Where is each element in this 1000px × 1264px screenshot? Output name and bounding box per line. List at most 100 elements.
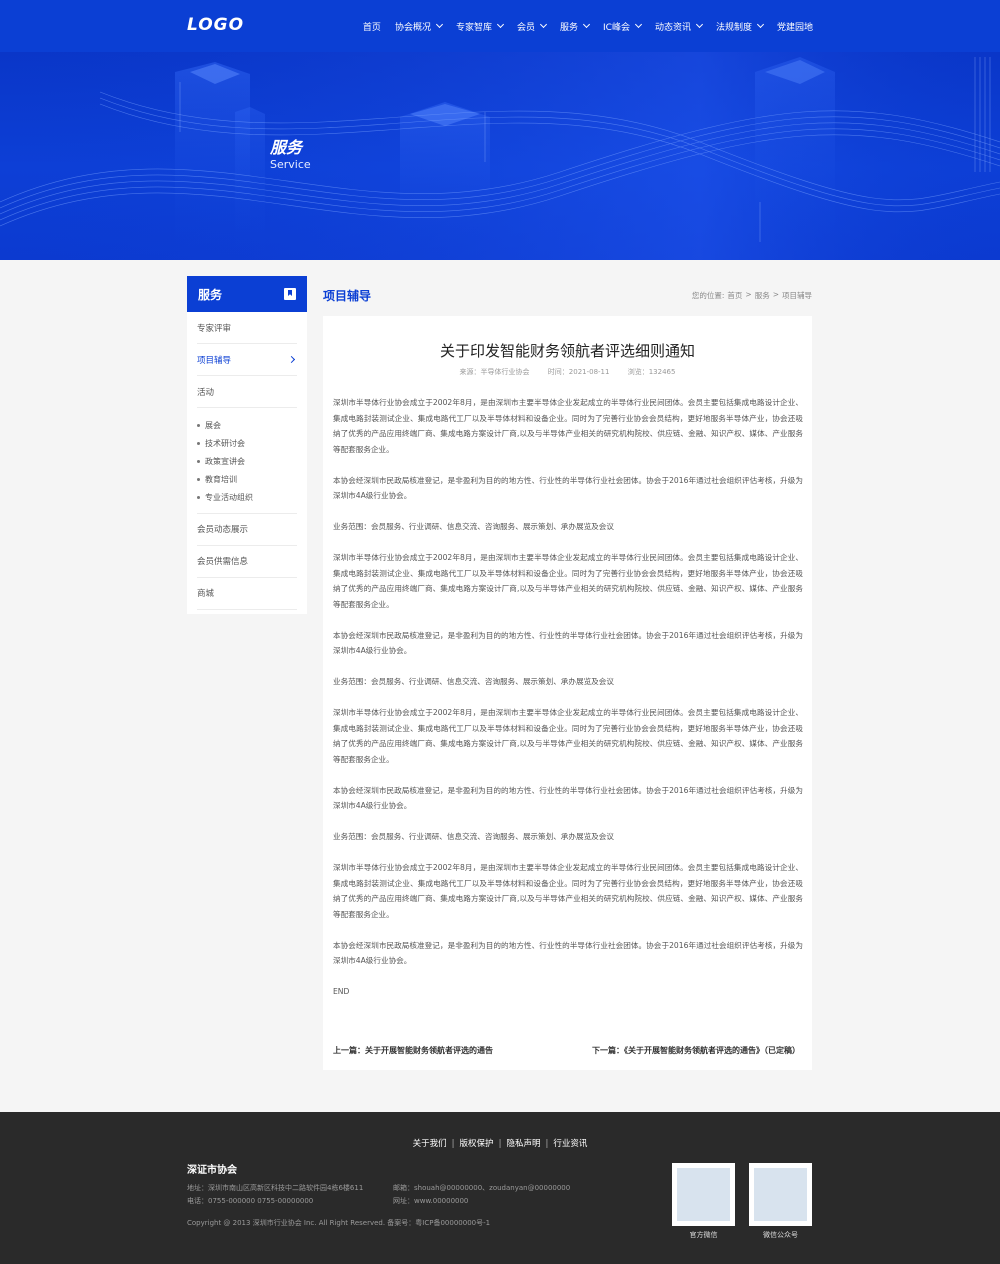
article-paragraph: 深圳市半导体行业协会成立于2002年8月，是由深圳市主要半导体企业发起成立的半导… [333,553,803,609]
article-card: 关于印发智能财务领航者评选细则通知 来源：半导体行业协会 时间：2021-08-… [323,316,812,1070]
sidebar-item[interactable]: 会员动态展示 [197,514,297,546]
article-views: 浏览：132465 [627,368,676,376]
article-paragraph: 本协会经深圳市民政局核准登记，是非盈利为目的的地方性、行业性的半导体行业社会团体… [333,630,803,656]
chevron-right-icon [287,355,296,364]
nav-item[interactable]: 动态资讯 [654,20,704,33]
article-paragraph: 本协会经深圳市民政局核准登记，是非盈利为目的的地方性、行业性的半导体行业社会团体… [333,785,803,811]
sidebar: 服务 专家评审项目辅导活动 展会 技术研讨会 政策宣讲会 教育培训 专业活动组织 会员动… [187,276,307,614]
nav-item-label: 法规制度 [715,22,752,33]
article-paragraph: 业务范围：会员服务、行业调研、信息交流、咨询服务、展示策划、承办展览及会议 [333,832,614,841]
article-title: 关于印发智能财务领航者评选细则通知 [439,342,695,360]
nav-item[interactable]: 法规制度 [715,20,765,33]
sidebar-subitem[interactable]: 政策宣讲会 [197,452,297,470]
nav-item-label: 首页 [362,22,381,33]
nav-item-label: IC峰会 [603,22,630,33]
sidebar-item-label: 活动 [197,387,215,398]
site-logo[interactable]: LOGO [187,15,244,35]
sidebar-menu: 专家评审项目辅导活动 [187,312,307,408]
bookmark-icon [284,288,296,300]
main-nav: 首页 协会概况 专家智库 会员 服务 IC峰会 动态资讯 法规制度 党建园地 [363,0,813,52]
chevron-down-icon [435,20,443,29]
chevron-down-icon [496,20,505,29]
next-article-link[interactable]: 下一篇：《关于开展智能财务领航者评选的通告》（已定稿） [592,1045,800,1056]
sidebar-item-label: 商城 [197,589,215,600]
breadcrumb-separator: > [745,290,752,299]
nav-item[interactable]: 专家智库 [455,20,505,33]
sidebar-item[interactable]: 会员供需信息 [197,546,297,578]
article-body: 深圳市半导体行业协会成立于2002年8月，是由深圳市主要半导体企业发起成立的半导… [333,395,803,1015]
qr-code-official-wechat [672,1163,735,1226]
sidebar-subitem[interactable]: 教育培训 [197,471,297,489]
chevron-down-icon [582,20,591,29]
article-paragraph: 深圳市半导体行业协会成立于2002年8月，是由深圳市主要半导体企业发起成立的半导… [333,708,803,764]
banner-title: 服务 [270,138,303,157]
sidebar-title: 服务 [198,287,223,302]
sidebar-subitem[interactable]: 专业活动组织 [197,489,297,507]
page-banner: 服务 Service [0,52,1000,260]
chevron-down-icon [634,20,642,29]
footer-link[interactable]: 隐私声明 [506,1139,540,1149]
nav-item[interactable]: 会员 [516,20,548,33]
qr-label-wechat-account: 微信公众号 [763,1231,798,1239]
footer-link[interactable]: 关于我们 [413,1139,447,1149]
breadcrumb-item[interactable]: 服务 [755,290,770,301]
qr-code-wechat-account [749,1163,812,1226]
footer-org-name: 深证市协会 [187,1165,237,1176]
chevron-down-icon [756,20,765,29]
nav-item[interactable]: IC峰会 [603,20,642,33]
article-source: 来源：半导体行业协会 [459,368,530,376]
sidebar-item[interactable]: 商城 [197,578,297,610]
nav-item[interactable]: 协会概况 [394,20,443,33]
article-meta: 来源：半导体行业协会 时间：2021-08-11 浏览：132465 [323,367,812,377]
nav-item-label: 专家智库 [455,22,492,33]
sidebar-subitem[interactable]: 展会 [197,416,297,434]
sidebar-header: 服务 [187,276,307,312]
footer-link-separator: | [451,1139,455,1149]
site-footer: 关于我们 | 版权保护 | 隐私声明 | 行业资讯 深证市协会 地址：深圳市南山区高新区科技… [0,1112,1000,1264]
breadcrumb-item[interactable]: 项目辅导 [782,290,812,301]
sidebar-item[interactable]: 活动 [197,376,297,408]
site-header: LOGO 首页 协会概况 专家智库 会员 服务 IC峰会 动态资讯 法规制度 党建园地 [0,0,1000,52]
footer-website: 网址：www.00000000 [393,1197,469,1205]
nav-item[interactable]: 服务 [559,20,591,33]
nav-item[interactable]: 党建园地 [777,20,813,33]
footer-link[interactable]: 版权保护 [460,1139,494,1149]
article-paragraph: 业务范围：会员服务、行业调研、信息交流、咨询服务、展示策划、承办展览及会议 [333,677,614,686]
footer-links: 关于我们 | 版权保护 | 隐私声明 | 行业资讯 [0,1137,1000,1149]
nav-item-label: 动态资讯 [654,22,691,33]
sidebar-item-label: 会员供需信息 [197,557,249,568]
sidebar-item-label: 会员动态展示 [197,525,249,536]
chevron-down-icon [539,20,548,29]
breadcrumb-separator: > [772,290,779,299]
footer-link-separator: | [545,1139,549,1149]
nav-item[interactable]: 首页 [363,20,381,33]
nav-item-label: 服务 [559,22,578,33]
sidebar-item-label: 专家评审 [197,323,232,334]
footer-link[interactable]: 行业资讯 [553,1139,587,1149]
sidebar-submenu: 展会 技术研讨会 政策宣讲会 教育培训 专业活动组织 [197,408,297,514]
article-paragraph: 深圳市半导体行业协会成立于2002年8月，是由深圳市主要半导体企业发起成立的半导… [333,398,803,454]
article-time: 时间：2021-08-11 [547,368,610,376]
nav-item-label: 会员 [516,22,535,33]
footer-copyright: Copyright @ 2013 深圳市行业协会 Inc. All Right … [187,1219,491,1227]
article-pagination: 上一篇：关于开展智能财务领航者评选的通告 下一篇：《关于开展智能财务领航者评选的… [333,1045,800,1056]
breadcrumb-item[interactable]: 首页 [727,290,742,301]
article-paragraph: 深圳市半导体行业协会成立于2002年8月，是由深圳市主要半导体企业发起成立的半导… [333,863,803,919]
footer-address: 地址：深圳市南山区高新区科技中二路软件园4栋6楼611 [187,1184,364,1192]
banner-background-graphic [0,52,1000,260]
breadcrumb-prefix: 您的位置: [691,291,725,300]
sidebar-item[interactable]: 项目辅导 [197,344,297,376]
nav-item-label: 党建园地 [776,22,813,33]
sidebar-subitem[interactable]: 技术研讨会 [197,434,297,452]
sidebar-item[interactable]: 专家评审 [197,312,297,344]
article-paragraph: 本协会经深圳市民政局核准登记，是非盈利为目的的地方性、行业性的半导体行业社会团体… [333,475,803,501]
sidebar-menu-lower: 会员动态展示 会员供需信息 商城 [187,514,307,610]
breadcrumb: 您的位置: 首页 > 服务 > 项目辅导 [692,290,812,301]
article-paragraph: 本协会经深圳市民政局核准登记，是非盈利为目的的地方性、行业性的半导体行业社会团体… [333,940,803,966]
nav-item-label: 协会概况 [394,22,431,33]
banner-subtitle: Service [270,158,311,171]
footer-email: 邮箱：shouah@00000000、zoudanyan@00000000 [393,1184,571,1192]
prev-article-link[interactable]: 上一篇：关于开展智能财务领航者评选的通告 [333,1045,493,1056]
chevron-down-icon [695,20,704,29]
footer-link-separator: | [498,1139,502,1149]
